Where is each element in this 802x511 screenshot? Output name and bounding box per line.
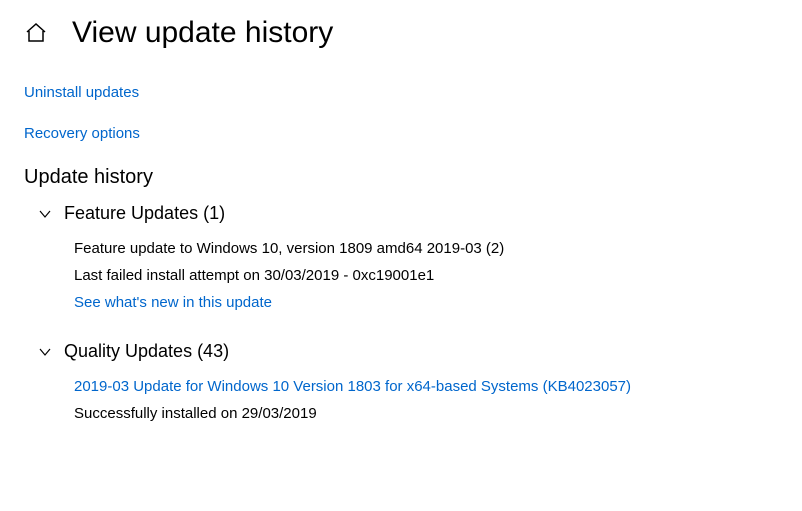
page-title: View update history	[72, 16, 333, 50]
quality-update-title-link[interactable]: 2019-03 Update for Windows 10 Version 18…	[74, 378, 778, 395]
whats-new-link[interactable]: See what's new in this update	[74, 294, 778, 311]
feature-updates-group-header[interactable]: Feature Updates (1)	[24, 203, 778, 224]
chevron-down-icon	[38, 207, 52, 221]
section-title: Update history	[24, 166, 778, 189]
quality-updates-group-header[interactable]: Quality Updates (43)	[24, 341, 778, 362]
feature-update-status: Last failed install attempt on 30/03/201…	[74, 267, 778, 284]
feature-updates-content: Feature update to Windows 10, version 18…	[24, 240, 778, 311]
chevron-down-icon	[38, 345, 52, 359]
uninstall-updates-link[interactable]: Uninstall updates	[24, 84, 778, 101]
quality-updates-label: Quality Updates (43)	[64, 341, 229, 362]
recovery-options-link[interactable]: Recovery options	[24, 125, 778, 142]
home-icon[interactable]	[24, 21, 48, 45]
feature-updates-label: Feature Updates (1)	[64, 203, 225, 224]
feature-update-title: Feature update to Windows 10, version 18…	[74, 240, 778, 257]
quality-updates-content: 2019-03 Update for Windows 10 Version 18…	[24, 378, 778, 422]
quality-update-status: Successfully installed on 29/03/2019	[74, 405, 778, 422]
